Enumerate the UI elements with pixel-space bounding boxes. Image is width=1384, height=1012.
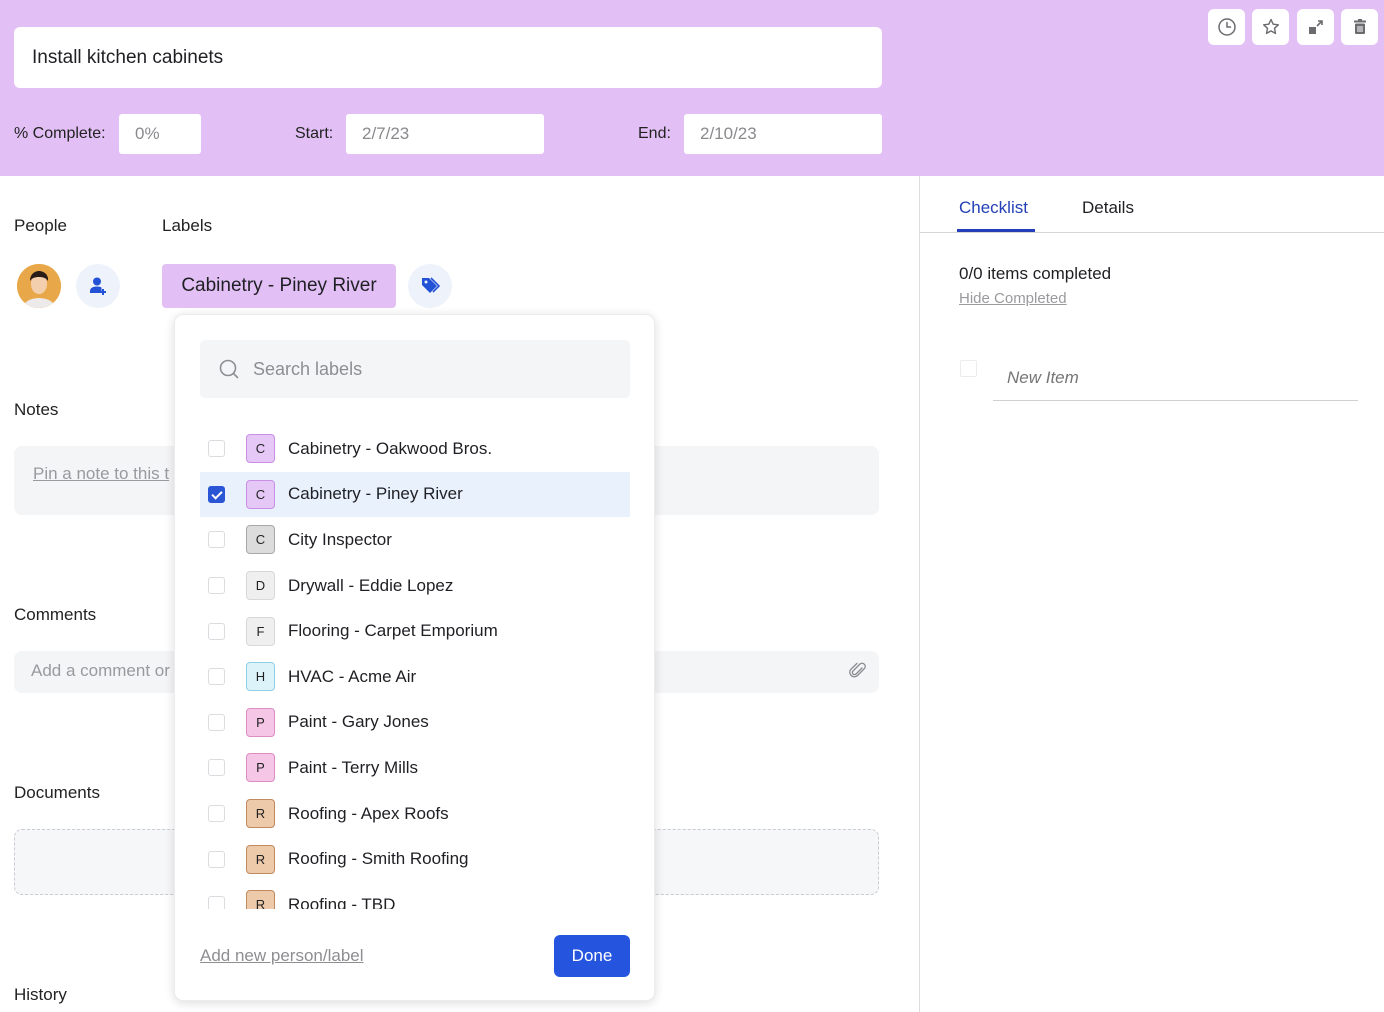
label-option-text: Paint - Terry Mills (288, 757, 419, 777)
history-title: History (14, 985, 67, 1004)
label-option[interactable]: F Flooring - Carpet Emporium (200, 608, 630, 654)
percent-complete-input[interactable] (119, 114, 201, 154)
new-item-input[interactable] (993, 356, 1358, 401)
comment-placeholder: Add a comment or (31, 661, 170, 680)
percent-complete-label: % Complete: (14, 125, 106, 142)
label-option-text: Roofing - TBD (288, 894, 396, 909)
label-search-input[interactable]: Search labels (200, 340, 630, 398)
add-person-icon (90, 277, 106, 295)
label-checkbox[interactable] (208, 440, 225, 458)
label-option-text: Drywall - Eddie Lopez (288, 575, 454, 595)
end-label: End: (638, 125, 671, 142)
clock-icon (1217, 18, 1236, 36)
tab-details[interactable]: Details (1082, 198, 1134, 218)
label-initial-badge: C (246, 525, 275, 555)
panel-divider (919, 176, 920, 1012)
checklist-count: 0/0 items completed (959, 264, 1112, 283)
search-placeholder: Search labels (253, 358, 363, 379)
search-icon (219, 359, 239, 379)
start-date-input[interactable] (346, 114, 544, 154)
label-checkbox[interactable] (208, 759, 225, 777)
label-initial-badge: R (246, 890, 275, 909)
task-title-input[interactable] (14, 27, 882, 88)
label-checkbox[interactable] (208, 896, 225, 909)
tabs-divider (920, 232, 1384, 233)
selected-label-chip[interactable]: Cabinetry - Piney River (162, 264, 396, 308)
history-button[interactable] (1208, 9, 1245, 45)
person-photo-icon (17, 264, 61, 308)
add-person-button[interactable] (76, 264, 120, 308)
label-option[interactable]: R Roofing - Apex Roofs (200, 791, 630, 837)
paperclip-icon[interactable] (849, 662, 867, 680)
label-checkbox[interactable] (208, 577, 225, 595)
label-checkbox[interactable] (208, 805, 225, 823)
label-initial-badge: H (246, 662, 275, 692)
add-new-label-link[interactable]: Add new person/label (200, 946, 364, 966)
label-initial-badge: R (246, 844, 275, 874)
label-picker-popup: Search labels C Cabinetry - Oakwood Bros.… (174, 314, 655, 1001)
tag-icon (422, 277, 441, 293)
label-initial-badge: P (246, 753, 275, 783)
hide-completed-link[interactable]: Hide Completed (959, 290, 1067, 307)
label-option-text: Cabinetry - Piney River (288, 484, 463, 504)
label-option-text: Roofing - Smith Roofing (288, 849, 469, 869)
label-option-text: Cabinetry - Oakwood Bros. (288, 438, 493, 458)
label-checkbox[interactable] (208, 485, 225, 503)
label-initial-badge: F (246, 616, 275, 646)
done-button[interactable]: Done (554, 935, 630, 977)
expand-icon (1308, 20, 1323, 34)
documents-title: Documents (14, 783, 100, 802)
label-option-text: HVAC - Acme Air (288, 666, 417, 686)
label-initial-badge: C (246, 434, 275, 464)
label-option[interactable]: H HVAC - Acme Air (200, 654, 630, 700)
expand-button[interactable] (1297, 9, 1334, 45)
label-checkbox[interactable] (208, 622, 225, 640)
labels-title: Labels (162, 216, 213, 235)
label-checkbox[interactable] (208, 531, 225, 549)
label-option[interactable]: R Roofing - TBD (200, 882, 630, 909)
people-title: People (14, 216, 67, 235)
comments-title: Comments (14, 605, 97, 624)
notes-title: Notes (14, 400, 59, 419)
delete-button[interactable] (1341, 9, 1378, 45)
label-initial-badge: P (246, 707, 275, 737)
favorite-button[interactable] (1252, 9, 1289, 45)
label-checkbox[interactable] (208, 713, 225, 731)
label-checkbox[interactable] (208, 850, 225, 868)
end-date-input[interactable] (684, 114, 882, 154)
star-icon (1262, 18, 1279, 35)
label-option[interactable]: P Paint - Terry Mills (200, 745, 630, 791)
label-option[interactable]: P Paint - Gary Jones (200, 700, 630, 746)
label-initial-badge: R (246, 799, 275, 829)
label-option-text: Roofing - Apex Roofs (288, 803, 449, 823)
label-initial-badge: C (246, 479, 275, 509)
task-header: % Complete: Start: End: (0, 0, 1384, 176)
selected-label-text: Cabinetry - Piney River (181, 275, 377, 296)
label-option-text: Flooring - Carpet Emporium (288, 621, 498, 641)
label-list[interactable]: C Cabinetry - Oakwood Bros. C Cabinetry - P… (200, 426, 630, 909)
label-initial-badge: D (246, 571, 275, 601)
label-option[interactable]: C Cabinetry - Piney River (200, 471, 630, 518)
label-option-text: Paint - Gary Jones (288, 712, 429, 732)
tab-checklist[interactable]: Checklist (959, 198, 1028, 218)
label-checkbox[interactable] (208, 668, 225, 686)
label-option[interactable]: R Roofing - Smith Roofing (200, 836, 630, 882)
notes-placeholder: Pin a note to this t (33, 464, 170, 483)
label-option[interactable]: D Drywall - Eddie Lopez (200, 563, 630, 609)
trash-icon (1353, 19, 1366, 34)
label-option[interactable]: C City Inspector (200, 517, 630, 563)
new-item-checkbox[interactable] (960, 360, 977, 377)
active-tab-indicator (957, 229, 1035, 232)
label-option[interactable]: C Cabinetry - Oakwood Bros. (200, 426, 630, 472)
avatar[interactable] (17, 264, 61, 308)
start-label: Start: (295, 125, 334, 142)
label-option-text: City Inspector (288, 529, 392, 549)
add-label-button[interactable] (408, 264, 452, 308)
